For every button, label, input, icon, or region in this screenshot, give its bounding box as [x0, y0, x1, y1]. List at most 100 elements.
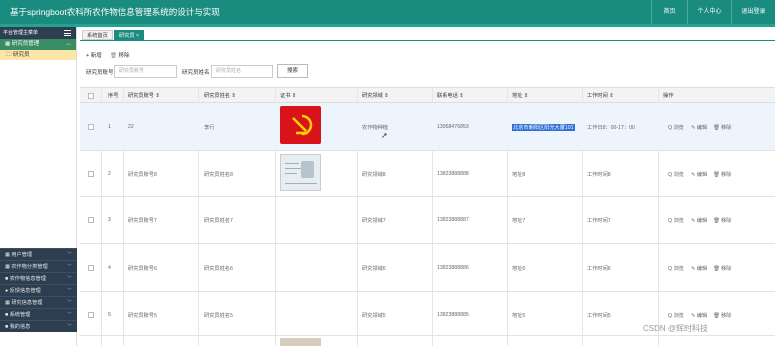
sidebar-item-research-info[interactable]: ▦ 研究信息管理 ﹀: [0, 296, 77, 308]
cell-no: 3: [108, 217, 111, 223]
tab-researcher[interactable]: 研究员 ×: [114, 30, 145, 40]
nav-profile[interactable]: 个人中心: [687, 0, 731, 24]
chevron-down-icon: ﹀: [66, 324, 72, 330]
delete-button-label: 移除: [118, 53, 130, 59]
table-row[interactable]: 3 研究员账号7 研究员姓名7 研究领域7 13823888887 地址7 工作…: [80, 197, 775, 244]
view-button[interactable]: Q 浏览: [668, 265, 684, 272]
cell-worktime: 工作时间6: [587, 266, 611, 272]
id-card-line: [285, 183, 317, 184]
col-name[interactable]: 研究员姓名 ⇕: [204, 88, 236, 104]
cell-field: 研究领域7: [362, 218, 386, 224]
account-search-input[interactable]: 研究员账号: [114, 65, 177, 78]
cell-phone: 13823888888: [437, 171, 469, 177]
sidebar-item-feedback[interactable]: ● 反馈信息管理 ﹀: [0, 284, 77, 296]
sidebar-heading: 平台管理主菜单: [0, 27, 76, 39]
trash-icon: 🗑: [110, 53, 119, 59]
col-worktime[interactable]: 工作时间 ⇕: [587, 88, 614, 104]
cell-name: 研究员姓名7: [204, 218, 233, 224]
row-checkbox[interactable]: [88, 312, 94, 318]
sidebar-item-users[interactable]: ▦ 用户管理 ﹀: [0, 248, 77, 260]
add-button[interactable]: + 新增: [86, 51, 102, 59]
folder-icon: 🗀: [6, 52, 14, 58]
edit-button[interactable]: ✎ 编辑: [691, 124, 707, 131]
party-emblem-icon: [292, 114, 313, 136]
cell-name: 研究员姓名5: [204, 313, 233, 319]
account-label: 研究员账号: [86, 70, 114, 76]
sidebar-menu: ▦ 用户管理 ﹀ ▦ 农作物分类管理 ﹀ ■ 农作物信息管理 ﹀ ● 反馈信息管理 ﹀ …: [0, 248, 77, 332]
col-actions: 操作: [663, 93, 674, 99]
edit-button[interactable]: ✎ 编辑: [691, 217, 707, 224]
cell-account: 研究员账号7: [128, 218, 157, 224]
sidebar-item-crop-info[interactable]: ■ 农作物信息管理 ﹀: [0, 272, 77, 284]
top-header: 基于springboot农科所农作物信息管理系统的设计与实现 首页 个人中心 退…: [0, 0, 775, 24]
edit-button[interactable]: ✎ 编辑: [691, 312, 707, 319]
edit-button[interactable]: ✎ 编辑: [691, 265, 707, 272]
sidebar-item-crop-category[interactable]: ▦ 农作物分类管理 ﹀: [0, 260, 77, 272]
row-checkbox[interactable]: [88, 124, 94, 130]
id-card-line: [285, 163, 299, 164]
edit-button[interactable]: ✎ 编辑: [691, 171, 707, 178]
row-checkbox[interactable]: [88, 171, 94, 177]
cell-field: 研究领域6: [362, 266, 386, 272]
remove-button[interactable]: 🗑 移除: [713, 124, 731, 131]
col-phone[interactable]: 联系电话 ⇕: [437, 88, 464, 104]
table-header: 序号 研究员账号 ⇕ 研究员姓名 ⇕ 证书 ⇕ 研究领域 ⇕ 联系电话 ⇕ 地址…: [80, 87, 775, 103]
view-button[interactable]: Q 浏览: [668, 171, 684, 178]
cell-phone: 13823888887: [437, 217, 469, 223]
view-button[interactable]: Q 浏览: [668, 312, 684, 319]
id-photo: [301, 161, 314, 178]
select-all-checkbox[interactable]: [88, 93, 94, 99]
table-row[interactable]: 4 研究员账号6 研究员姓名6 研究领域6 13823888886 地址6 工作…: [80, 244, 775, 292]
table-row[interactable]: 1 22 李行 农作物种植 ➚ 13958476853 北京市朝阳区阳光大厦10…: [80, 103, 775, 151]
cursor-icon: ➚: [381, 131, 388, 140]
cell-account: 研究员账号6: [128, 266, 157, 272]
cell-phone: 13823888885: [437, 312, 469, 318]
nav-logout[interactable]: 退出登录: [731, 0, 775, 24]
view-button[interactable]: Q 浏览: [668, 217, 684, 224]
table-row[interactable]: 2 研究员账号8 研究员姓名8 研究领域8 13823888888 地址8 工作…: [80, 151, 775, 197]
cell-worktime: 工作时间5: [587, 313, 611, 319]
certificate-image[interactable]: [280, 106, 321, 144]
tab-home[interactable]: 系统首页: [82, 30, 113, 40]
row-checkbox[interactable]: [88, 217, 94, 223]
cell-worktime: 工作时间7: [587, 218, 611, 224]
remove-button[interactable]: 🗑 移除: [713, 217, 731, 224]
nav-home[interactable]: 首页: [651, 0, 687, 24]
view-button[interactable]: Q 浏览: [668, 124, 684, 131]
remove-button[interactable]: 🗑 移除: [713, 265, 731, 272]
sidebar-item-label: 我的信息: [9, 324, 31, 330]
delete-button[interactable]: 🗑 移除: [110, 51, 130, 59]
sidebar-item-label: 研究信息管理: [11, 300, 43, 306]
sidebar-item-label: 农作物信息管理: [9, 276, 46, 282]
cell-no: 4: [108, 265, 111, 271]
col-no: 序号: [108, 93, 119, 99]
col-address[interactable]: 地址 ⇕: [512, 88, 528, 104]
certificate-image[interactable]: [280, 154, 321, 191]
watermark: CSDN @辉时科技: [643, 324, 709, 333]
sidebar-item-researcher[interactable]: 🗀 研究员: [0, 50, 76, 60]
sidebar: 平台管理主菜单 ▦ 研究员管理 ︿ 🗀 研究员 ▦ 用户管理 ﹀ ▦ 农作物分类管…: [0, 27, 77, 346]
cell-field: 研究领域8: [362, 172, 386, 178]
sidebar-item-label: 反馈信息管理: [9, 288, 41, 294]
cell-address: 北京市朝阳区阳光大厦101: [512, 124, 575, 131]
cell-phone: 13958476853: [437, 124, 469, 130]
col-field[interactable]: 研究领域 ⇕: [362, 88, 389, 104]
certificate-image[interactable]: [280, 338, 321, 346]
menu-toggle-icon[interactable]: [64, 30, 71, 36]
cell-no: 5: [108, 312, 111, 318]
col-account[interactable]: 研究员账号 ⇕: [128, 88, 160, 104]
cell-no: 2: [108, 171, 111, 177]
remove-button[interactable]: 🗑 移除: [713, 312, 731, 319]
sidebar-item-my-info[interactable]: ■ 我的信息 ﹀: [0, 320, 77, 332]
cell-name: 研究员姓名8: [204, 172, 233, 178]
search-button[interactable]: 搜索: [277, 64, 308, 78]
col-certificate[interactable]: 证书 ⇕: [280, 88, 296, 104]
sidebar-item-system[interactable]: ■ 系统管理 ﹀: [0, 308, 77, 320]
name-search-input[interactable]: 研究员姓名: [211, 65, 273, 78]
cell-account: 研究员账号5: [128, 313, 157, 319]
cell-worktime: 工作时间8: [587, 172, 611, 178]
row-checkbox[interactable]: [88, 265, 94, 271]
grid-icon: ▦: [5, 41, 12, 47]
sidebar-group-researcher[interactable]: ▦ 研究员管理 ︿: [0, 39, 76, 50]
remove-button[interactable]: 🗑 移除: [713, 171, 731, 178]
